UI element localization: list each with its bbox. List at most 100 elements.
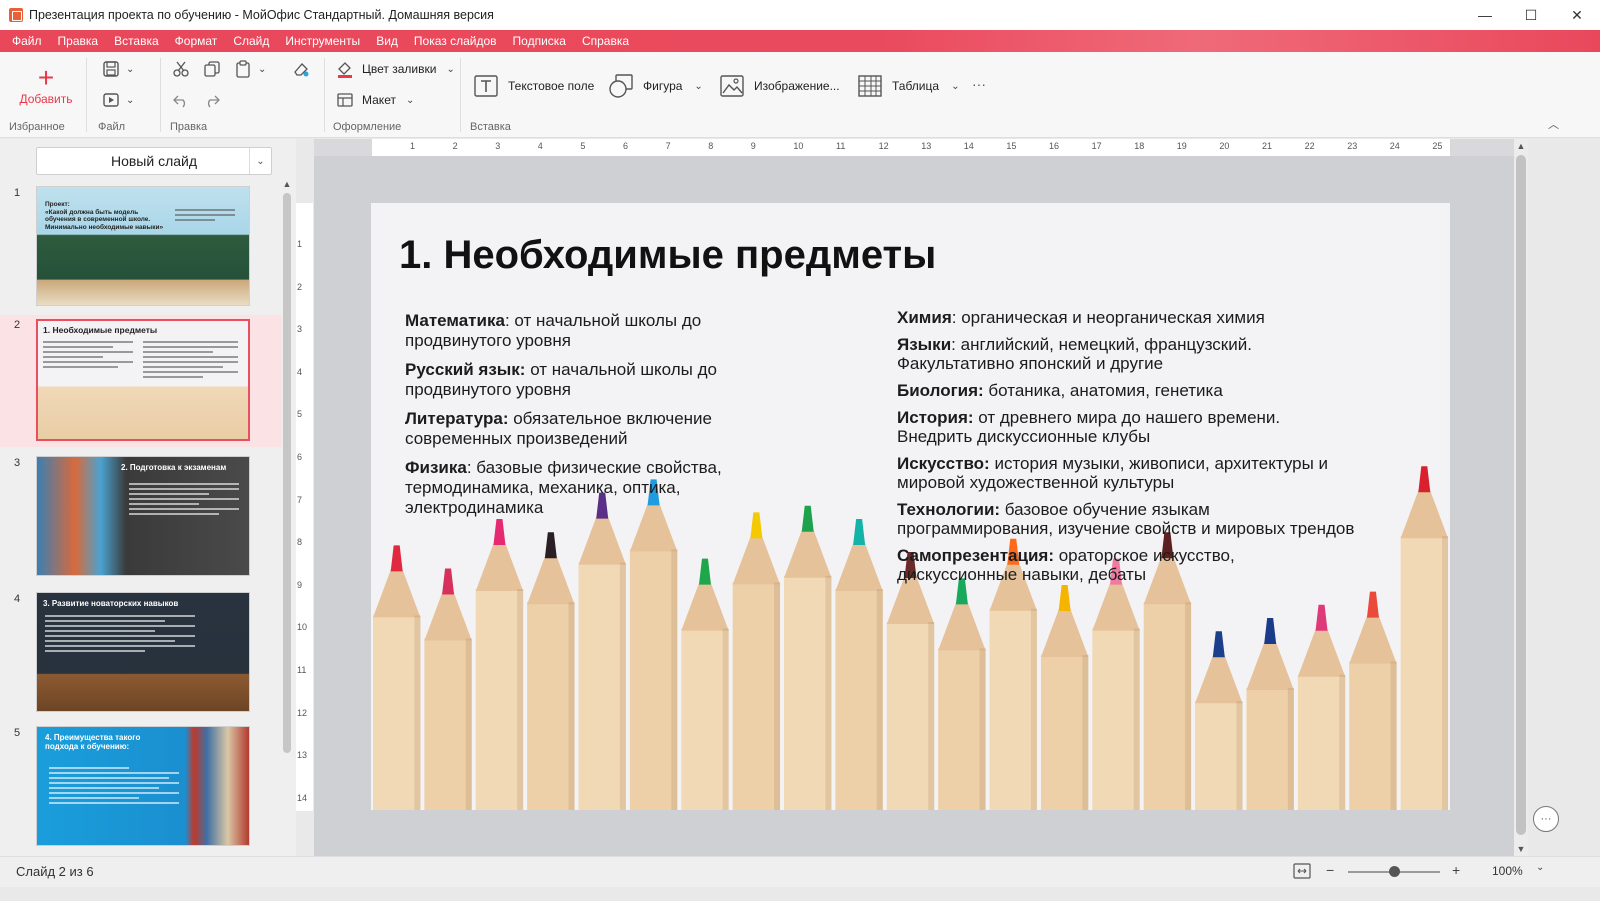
table-label: Таблица xyxy=(892,79,940,93)
ruler-tick-label: 13 xyxy=(921,141,932,151)
subject-item: Технологии: базовое обучение языкам прог… xyxy=(897,500,1355,538)
slide-thumbnail[interactable]: 3. Развитие новаторских навыков xyxy=(36,592,250,712)
pencil xyxy=(1400,466,1448,810)
more-button[interactable]: ··· xyxy=(972,76,986,92)
add-button[interactable]: + Добавить xyxy=(18,64,74,107)
menu-slide[interactable]: Слайд xyxy=(225,34,277,48)
close-button[interactable]: ✕ xyxy=(1554,0,1600,30)
canvas-scrollbar[interactable]: ▲ ▼ xyxy=(1514,139,1528,856)
maximize-button[interactable]: ☐ xyxy=(1508,0,1554,30)
layout-button[interactable]: Макет ⌄ xyxy=(336,91,414,109)
chevron-down-icon: ⌄ xyxy=(258,63,267,75)
chevron-down-icon[interactable]: ⌄ xyxy=(249,148,271,174)
group-label-file: Файл xyxy=(98,121,126,133)
menu-help[interactable]: Справка xyxy=(574,34,637,48)
clear-format-button[interactable] xyxy=(292,60,310,78)
chevron-down-icon: ⌄ xyxy=(446,63,455,75)
undo-button[interactable] xyxy=(172,91,190,109)
scrollbar-thumb[interactable] xyxy=(283,193,291,753)
slide-thumbnail-row[interactable]: 5 4. Преимущества такого подхода к обуче… xyxy=(0,723,282,851)
thumbnail-text xyxy=(129,483,239,518)
ribbon-toolbar: + Добавить Избранное ⌄ ⌄ Файл ⌄ Правка Ц… xyxy=(0,52,1600,138)
chevron-down-icon: ⌄ xyxy=(951,80,960,92)
zoom-level[interactable]: 100% xyxy=(1492,864,1523,878)
group-label-favorites: Избранное xyxy=(9,121,65,133)
chat-bubble-icon: ··· xyxy=(1540,813,1552,825)
menu-insert[interactable]: Вставка xyxy=(106,34,167,48)
scroll-up-icon[interactable]: ▲ xyxy=(1515,141,1527,151)
menu-tools[interactable]: Инструменты xyxy=(277,34,368,48)
slide-thumbnail-row[interactable]: 4 3. Развитие новаторских навыков xyxy=(0,589,282,717)
left-column[interactable]: Математика: от начальной школы до продви… xyxy=(405,311,765,527)
ruler-tick-label: 8 xyxy=(708,141,714,151)
menu-view[interactable]: Вид xyxy=(368,34,406,48)
zoom-in-button[interactable]: + xyxy=(1452,862,1460,878)
fill-color-button[interactable]: Цвет заливки ⌄ xyxy=(336,60,455,78)
zoom-slider-handle[interactable] xyxy=(1389,866,1400,877)
cut-button[interactable] xyxy=(172,60,190,78)
redo-icon xyxy=(207,95,220,108)
redo-button[interactable] xyxy=(203,91,221,109)
group-label-design: Оформление xyxy=(333,121,402,133)
table-icon xyxy=(858,75,882,97)
slide-thumbnail[interactable]: 2. Подготовка к экзаменам xyxy=(36,456,250,576)
menu-subscription[interactable]: Подписка xyxy=(505,34,574,48)
ruler-tick-label: 12 xyxy=(878,141,889,151)
clipboard-icon xyxy=(236,60,250,78)
slide-thumbnail[interactable]: 1. Необходимые предметы xyxy=(36,319,250,441)
ruler-tick-label: 6 xyxy=(623,141,629,151)
right-column[interactable]: Химия: органическая и неорганическая хим… xyxy=(897,308,1357,592)
slide-thumbnail[interactable]: 4. Преимущества такого подхода к обучени… xyxy=(36,726,250,846)
image-button[interactable]: Изображение... xyxy=(718,72,840,100)
layout-label: Макет xyxy=(362,93,396,107)
slide-thumbnail-row[interactable]: 1 Проект: «Какой должна быть модель обуч… xyxy=(0,183,282,311)
current-slide[interactable]: 1. Необходимые предметы Математика: от н… xyxy=(371,203,1450,810)
shape-button[interactable]: Фигура ⌄ xyxy=(607,72,703,100)
ruler-tick-label: 16 xyxy=(1049,141,1060,151)
slide-thumbnail-row[interactable]: 3 2. Подготовка к экзаменам xyxy=(0,453,282,581)
collapse-ribbon-button[interactable]: ︿ xyxy=(1548,116,1559,132)
slide-number: 5 xyxy=(14,727,21,739)
text-field-button[interactable]: Текстовое поле xyxy=(472,72,594,100)
new-slide-button[interactable]: Новый слайд ⌄ xyxy=(36,147,272,175)
paste-button[interactable]: ⌄ xyxy=(234,60,266,78)
menu-edit[interactable]: Правка xyxy=(50,34,107,48)
chevron-down-icon[interactable]: ⌄ xyxy=(1536,862,1544,873)
subject-item: Искусство: история музыки, живописи, арх… xyxy=(897,454,1329,492)
slide-title[interactable]: 1. Необходимые предметы xyxy=(399,233,936,278)
menu-format[interactable]: Формат xyxy=(167,34,226,48)
slides-scrollbar[interactable]: ▲ ▼ xyxy=(281,179,293,869)
copy-button[interactable] xyxy=(203,60,221,78)
ruler-tick-label: 11 xyxy=(836,141,846,151)
minimize-button[interactable]: — xyxy=(1462,0,1508,30)
fill-color-label: Цвет заливки xyxy=(362,62,437,76)
menu-bar: Файл Правка Вставка Формат Слайд Инструм… xyxy=(0,30,1600,52)
zoom-out-button[interactable]: − xyxy=(1326,862,1334,878)
pencil xyxy=(732,512,781,810)
scroll-down-icon[interactable]: ▼ xyxy=(1515,844,1527,854)
chevron-up-icon: ︿ xyxy=(1548,119,1559,131)
subject-item: Физика: базовые физические свойства, тер… xyxy=(405,458,722,517)
ruler-tick-label: 21 xyxy=(1262,141,1273,151)
menu-slideshow[interactable]: Показ слайдов xyxy=(406,34,505,48)
scrollbar-thumb[interactable] xyxy=(1516,155,1526,835)
table-button[interactable]: Таблица ⌄ xyxy=(856,72,959,100)
add-label: Добавить xyxy=(19,92,73,106)
ruler-tick-label: 3 xyxy=(297,324,303,335)
ruler-tick-label: 4 xyxy=(297,366,303,377)
scroll-up-icon[interactable]: ▲ xyxy=(281,179,293,189)
slideshow-button[interactable]: ⌄ xyxy=(102,91,134,109)
slide-thumbnail-row-selected[interactable]: 2 1. Необходимые предметы xyxy=(0,315,282,447)
slide-thumbnail[interactable]: Проект: «Какой должна быть модель обучен… xyxy=(36,186,250,306)
save-button[interactable]: ⌄ xyxy=(102,60,134,78)
pencil xyxy=(475,519,524,810)
thumbnail-title: 2. Подготовка к экзаменам xyxy=(121,463,227,472)
comments-button[interactable]: ··· xyxy=(1533,806,1559,832)
ruler-tick-label: 11 xyxy=(297,665,307,675)
fit-to-window-button[interactable] xyxy=(1292,862,1312,885)
menu-file[interactable]: Файл xyxy=(4,34,50,48)
ruler-tick-label: 20 xyxy=(1219,141,1230,151)
chevron-down-icon: ⌄ xyxy=(694,80,703,92)
undo-icon xyxy=(173,95,186,108)
pencil xyxy=(629,479,678,810)
